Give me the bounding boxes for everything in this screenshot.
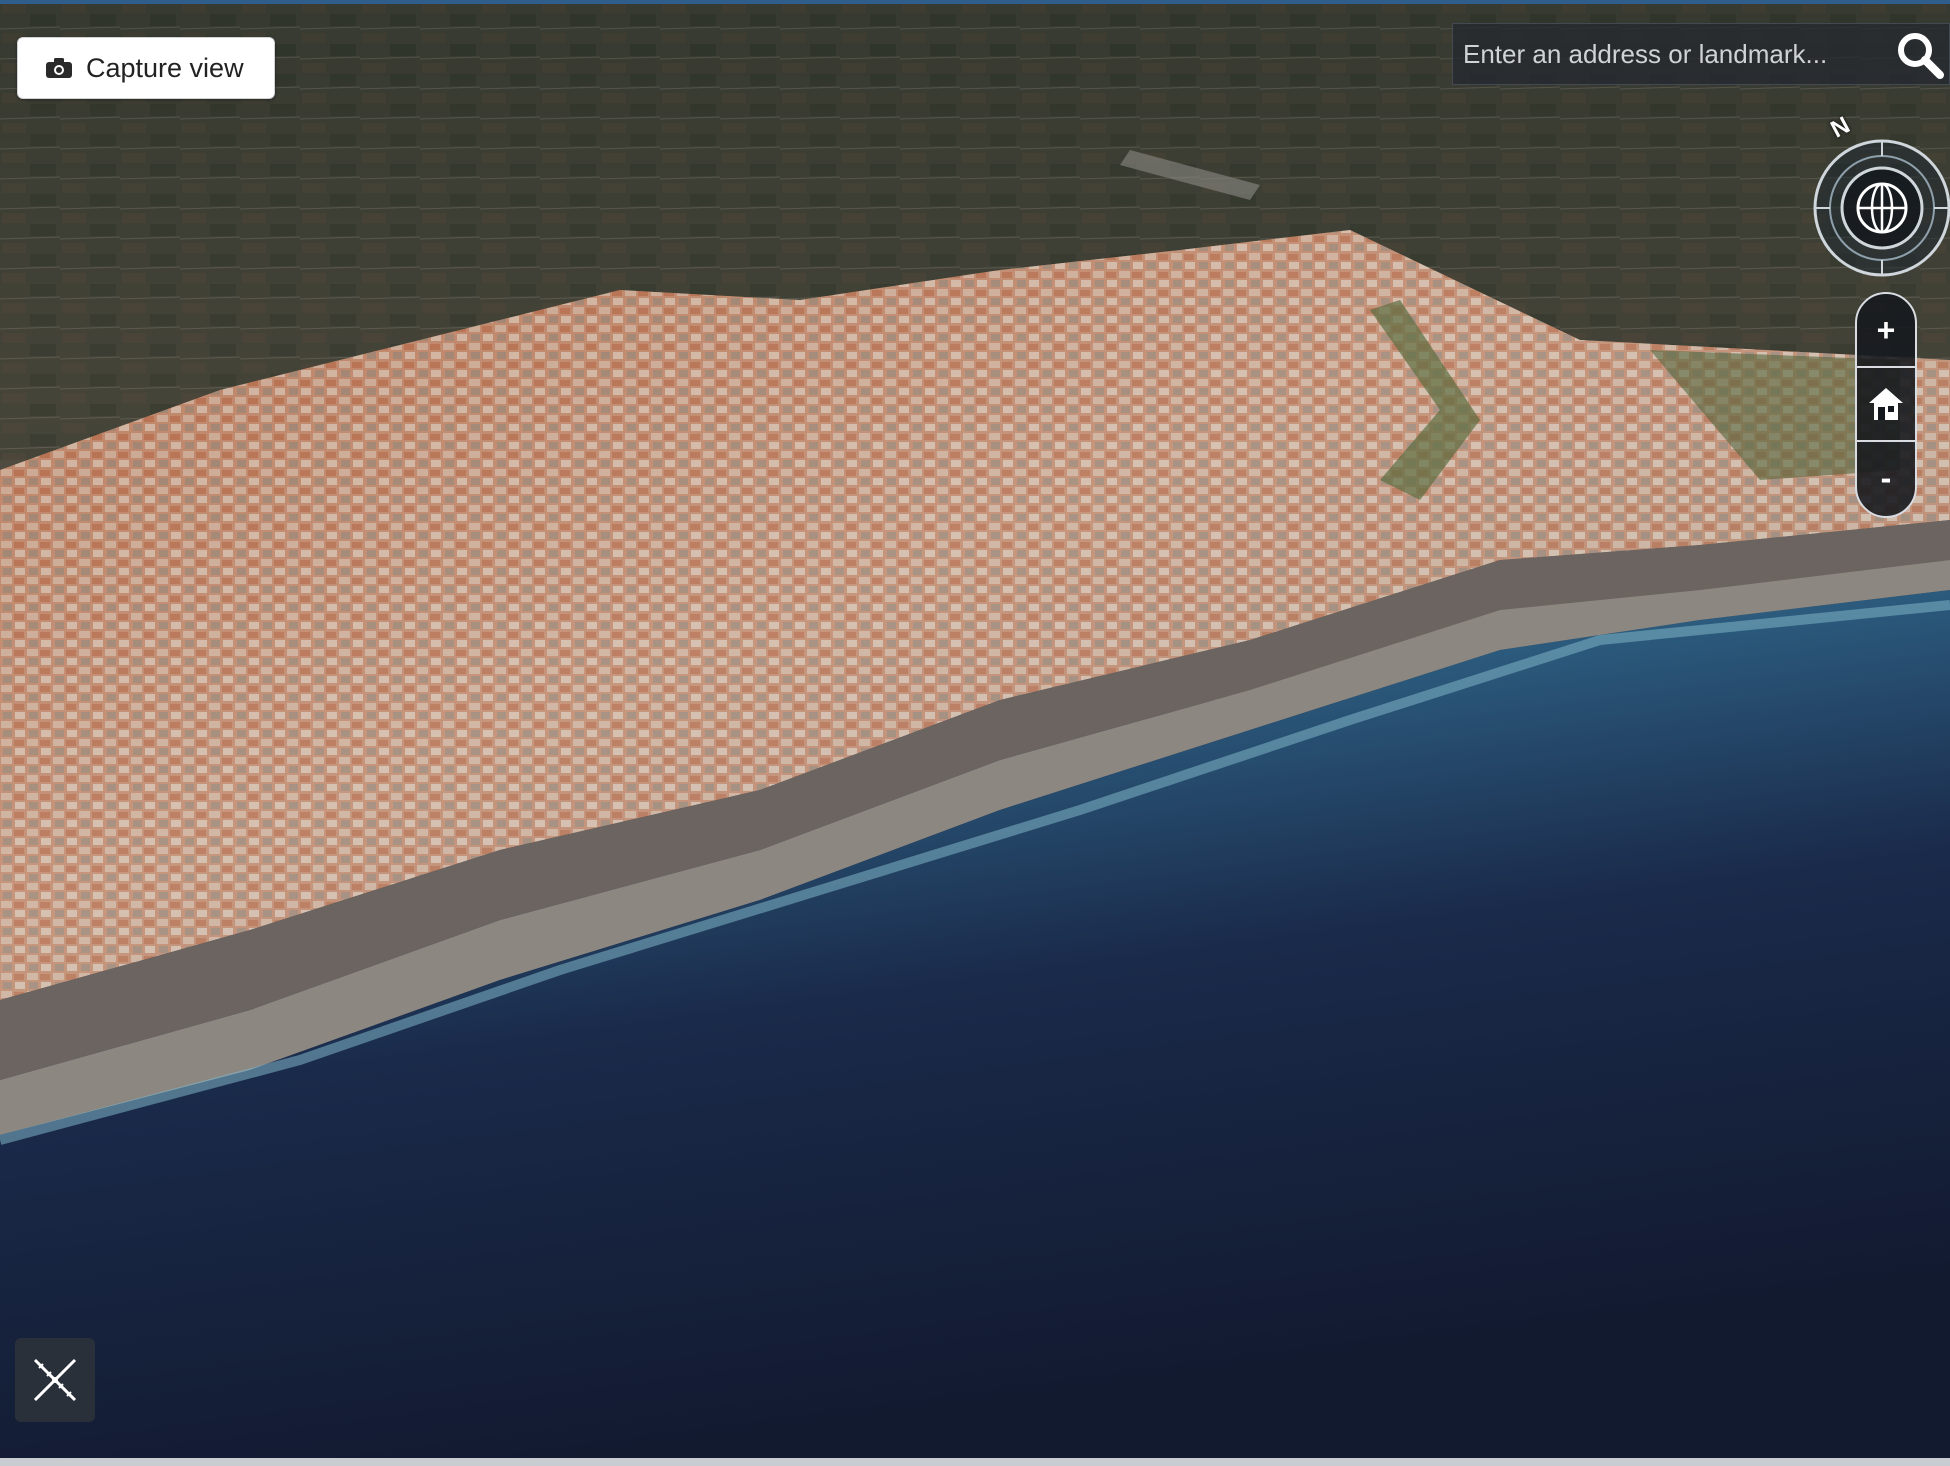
- measure-icon: [33, 1358, 77, 1402]
- home-icon: [1869, 388, 1903, 420]
- camera-icon: [46, 58, 72, 78]
- map-scene[interactable]: [0, 0, 1950, 1460]
- search-button[interactable]: [1895, 30, 1945, 80]
- bottom-border: [0, 1458, 1950, 1466]
- capture-view-button[interactable]: Capture view: [17, 37, 275, 99]
- zoom-out-button[interactable]: -: [1857, 442, 1915, 514]
- top-border: [0, 0, 1950, 4]
- search-input[interactable]: [1453, 26, 1873, 82]
- aerial-imagery: [0, 0, 1950, 1460]
- zoom-controls: + -: [1855, 292, 1917, 518]
- home-button[interactable]: [1857, 368, 1915, 440]
- zoom-in-button[interactable]: +: [1857, 294, 1915, 366]
- geocoder: [1452, 23, 1950, 85]
- search-icon: [1898, 33, 1944, 79]
- measure-tool-button[interactable]: [15, 1338, 95, 1422]
- capture-view-label: Capture view: [86, 52, 244, 83]
- navigation-compass[interactable]: [1812, 138, 1950, 278]
- compass-ring: [1813, 139, 1950, 277]
- globe-icon: [1856, 182, 1908, 234]
